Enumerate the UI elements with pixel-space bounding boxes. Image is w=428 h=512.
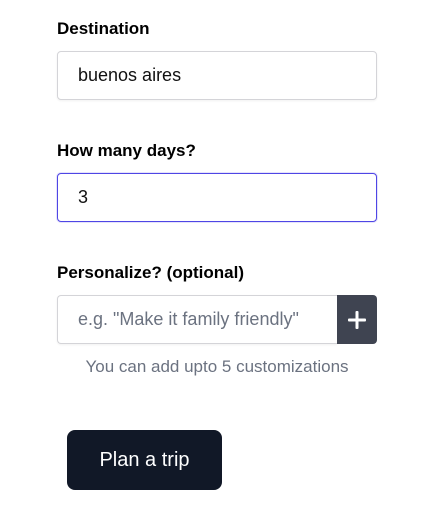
- days-label: How many days?: [57, 141, 196, 160]
- destination-label: Destination: [57, 19, 150, 38]
- plan-trip-button[interactable]: Plan a trip: [67, 430, 222, 490]
- plus-icon: [348, 310, 366, 329]
- destination-input[interactable]: [57, 51, 377, 100]
- personalize-label: Personalize? (optional): [57, 263, 245, 282]
- days-input[interactable]: [57, 173, 377, 222]
- personalize-input[interactable]: [57, 295, 337, 344]
- add-customization-button[interactable]: [337, 295, 377, 344]
- personalize-row: [57, 295, 377, 344]
- customization-hint: You can add upto 5 customizations: [85, 357, 349, 376]
